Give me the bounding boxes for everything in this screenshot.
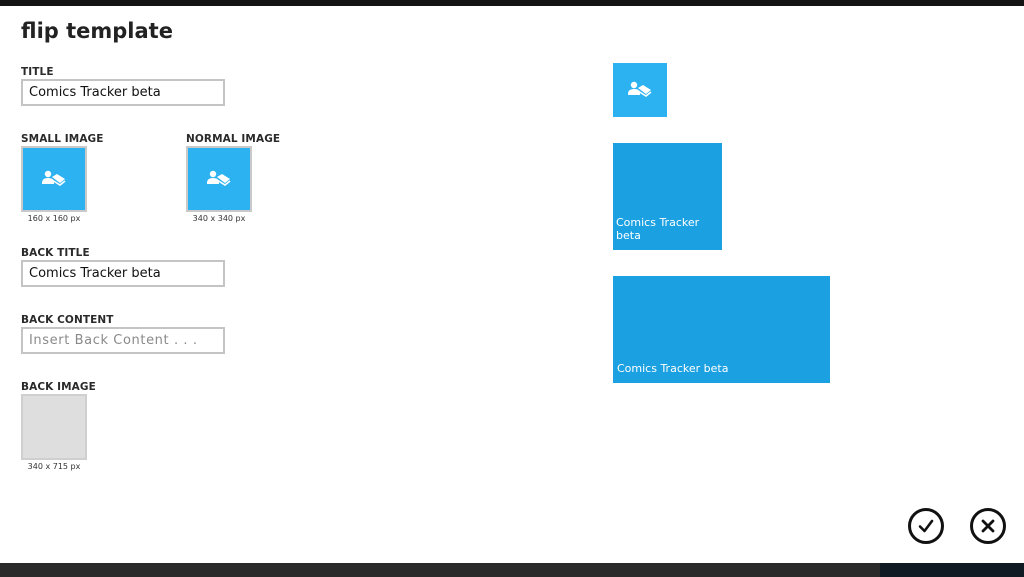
back-image-picker[interactable] — [21, 394, 87, 460]
app-logo-icon — [628, 81, 652, 97]
normal-image-picker[interactable] — [186, 146, 252, 212]
bottom-bar — [0, 563, 1024, 577]
flip-template-panel: flip template TITLE SMALL IMAGE 160 x 16… — [0, 6, 1024, 563]
wide-tile-text: Comics Tracker beta — [617, 362, 729, 375]
back-image-size: 340 x 715 px — [27, 462, 81, 471]
normal-image-size: 340 x 340 px — [192, 214, 246, 223]
app-logo-icon — [207, 170, 231, 186]
normal-image-label: NORMAL IMAGE — [186, 133, 281, 145]
page-title: flip template — [21, 19, 173, 43]
small-image-size: 160 x 160 px — [27, 214, 81, 223]
small-tile-preview — [613, 63, 667, 117]
back-content-label: BACK CONTENT — [21, 314, 114, 326]
small-image-label: SMALL IMAGE — [21, 133, 104, 145]
app-logo-icon — [42, 170, 66, 186]
cancel-button[interactable] — [970, 508, 1006, 544]
background-app-peek — [880, 563, 1024, 577]
medium-tile-preview: Comics Tracker beta — [613, 143, 722, 250]
small-image-picker[interactable] — [21, 146, 87, 212]
medium-tile-text: Comics Tracker beta — [616, 216, 700, 242]
title-label: TITLE — [21, 66, 54, 78]
check-icon — [918, 519, 934, 533]
back-title-input[interactable] — [21, 260, 225, 287]
wide-tile-preview: Comics Tracker beta — [613, 276, 830, 383]
confirm-button[interactable] — [908, 508, 944, 544]
back-content-input[interactable] — [21, 327, 225, 354]
title-input[interactable] — [21, 79, 225, 106]
back-image-label: BACK IMAGE — [21, 381, 96, 393]
close-icon — [981, 519, 995, 533]
back-title-label: BACK TITLE — [21, 247, 90, 259]
